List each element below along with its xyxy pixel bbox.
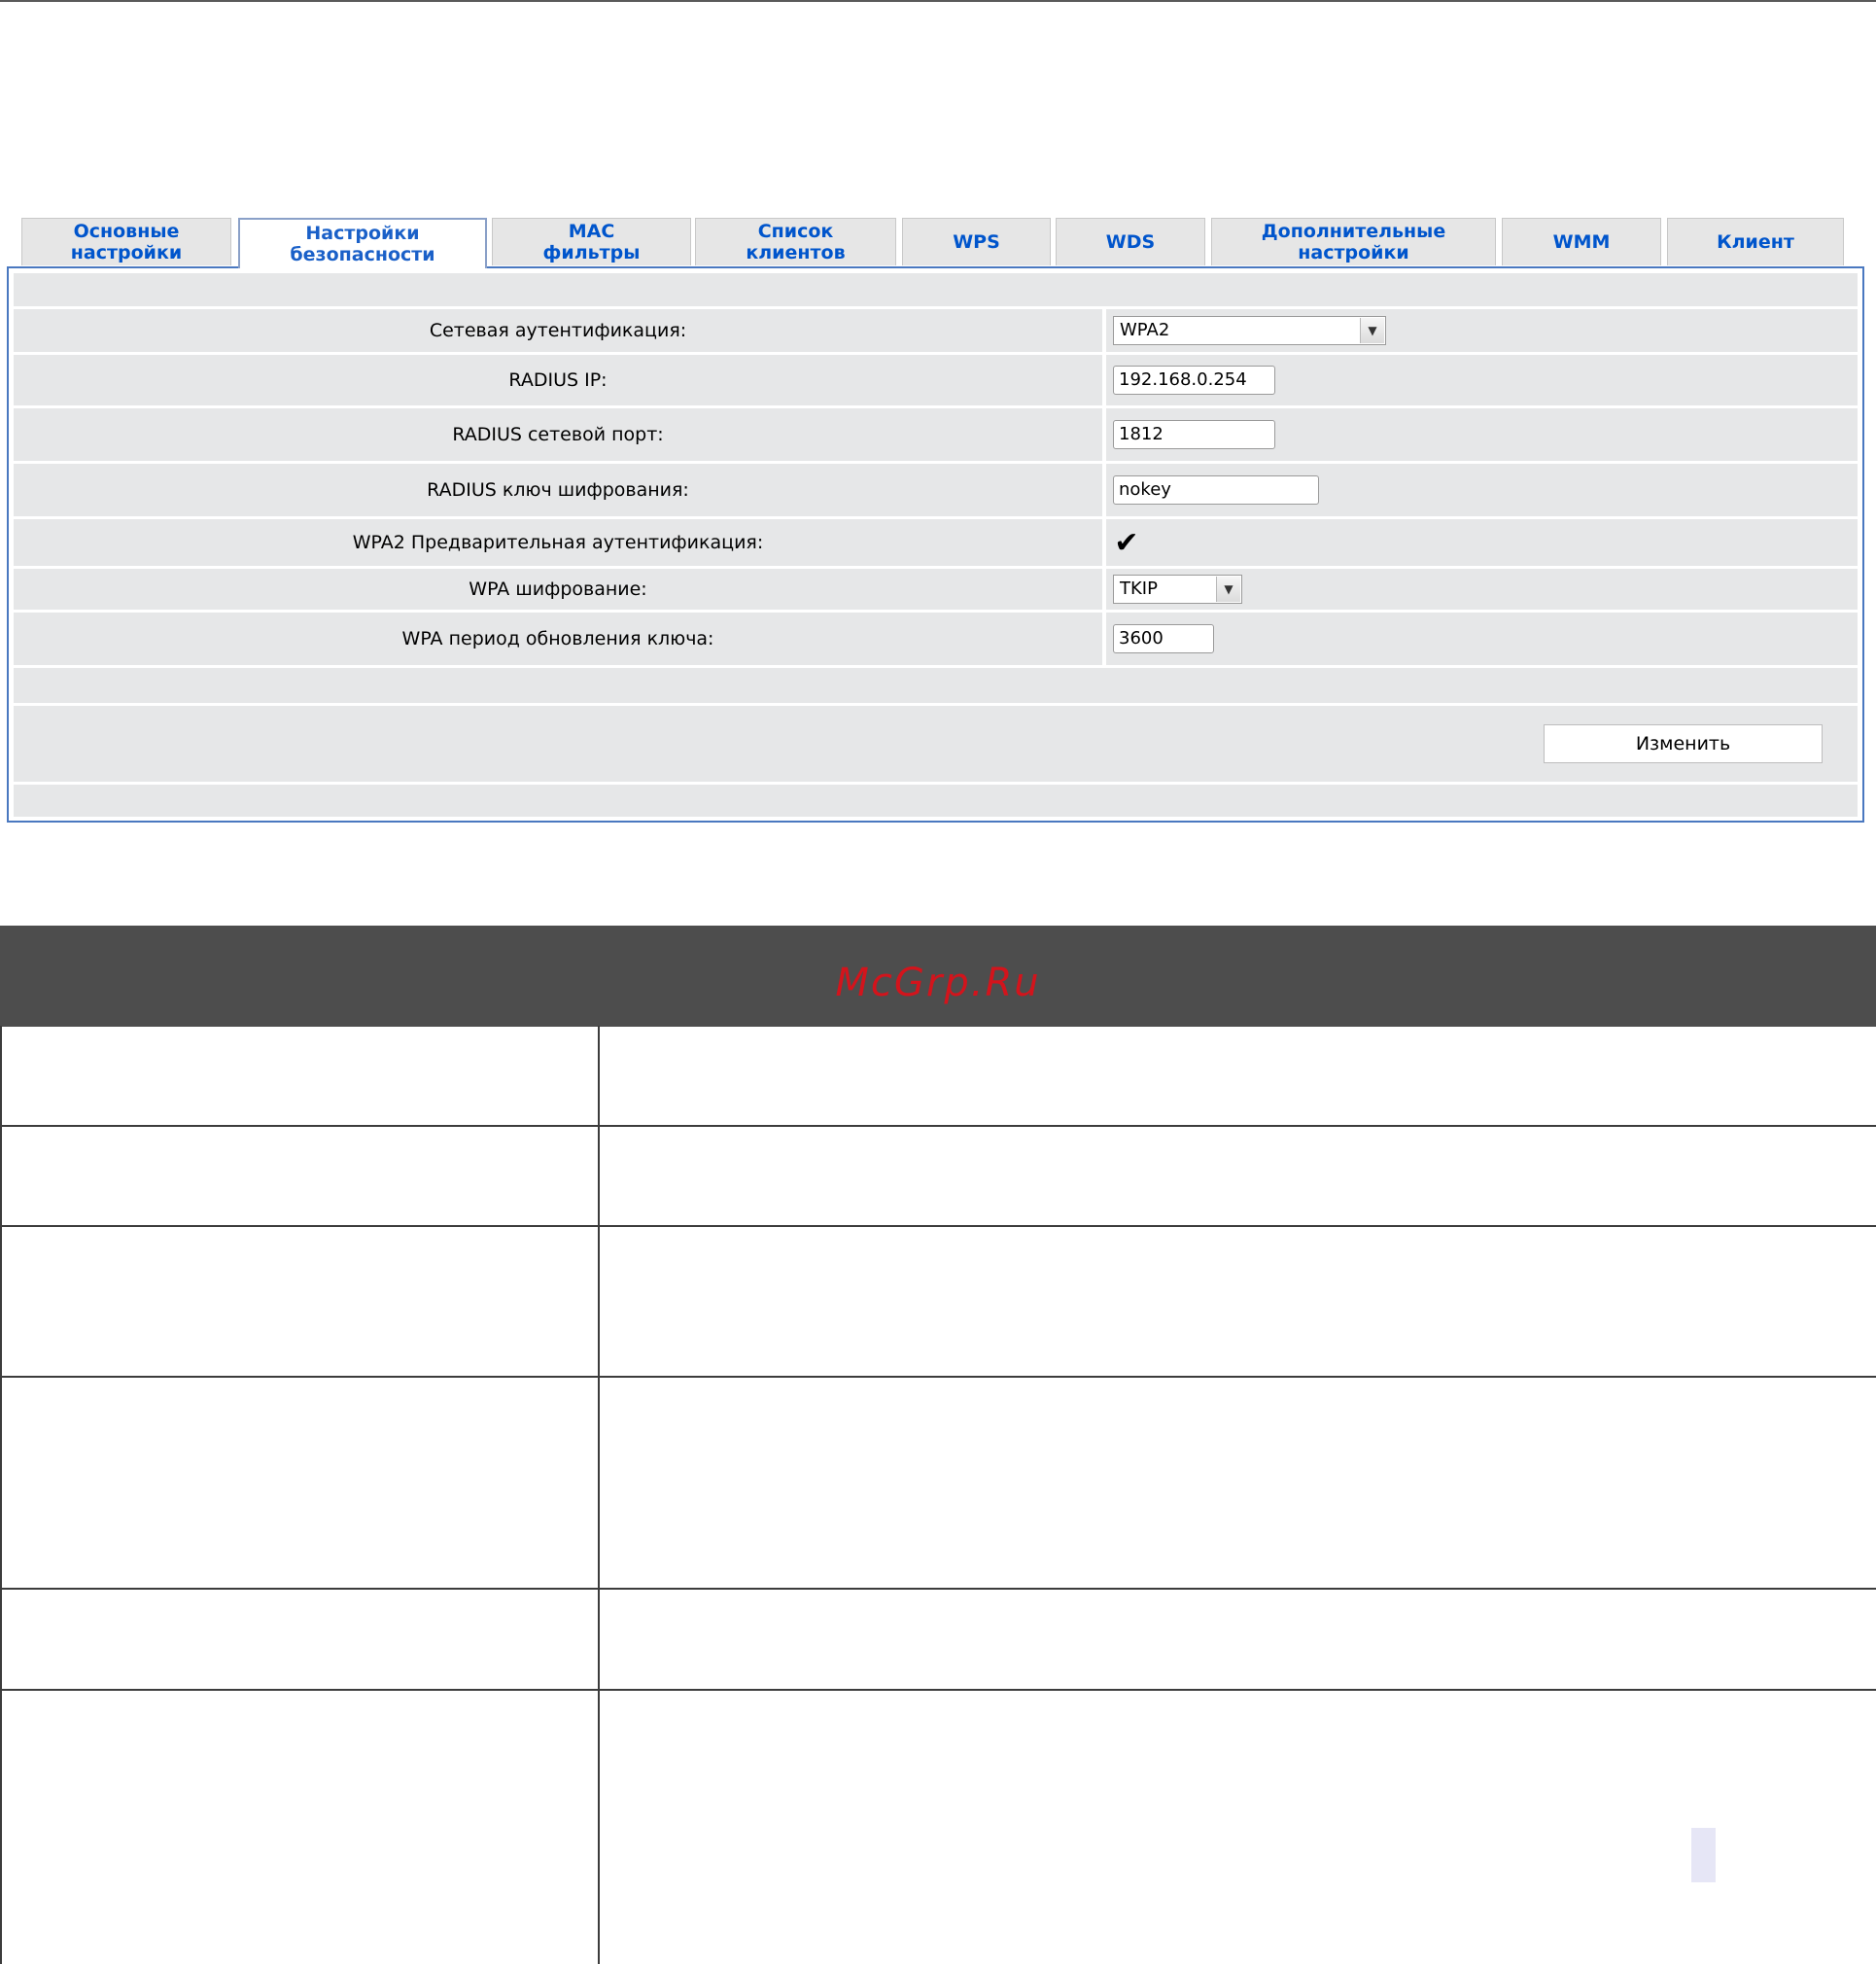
- wpa2-preauth-checkbox[interactable]: ✔: [1113, 526, 1140, 560]
- radius-key-input[interactable]: nokey: [1113, 475, 1319, 505]
- radius-key-label: RADIUS ключ шифрования:: [427, 479, 689, 501]
- table-row-divider: [0, 1588, 1876, 1590]
- column-divider: [598, 1026, 600, 1964]
- spacer-row-bottom: [14, 785, 1858, 817]
- row-wpa-rekey: WPA период обновления ключа: 3600: [14, 613, 1858, 665]
- tab-client-list[interactable]: Список клиентов: [695, 218, 896, 265]
- wpa-rekey-label: WPA период обновления ключа:: [401, 628, 714, 649]
- radius-ip-input[interactable]: 192.168.0.254: [1113, 366, 1275, 395]
- checkmark-icon: ✔: [1114, 525, 1139, 560]
- page-marker: [1691, 1828, 1716, 1882]
- network-auth-select[interactable]: WPA2 ▼: [1113, 316, 1386, 345]
- tab-wps[interactable]: WPS: [902, 218, 1051, 265]
- network-auth-label: Сетевая аутентификация:: [429, 320, 687, 341]
- network-auth-value: WPA2: [1120, 320, 1170, 340]
- row-radius-key: RADIUS ключ шифрования: nokey: [14, 464, 1858, 516]
- tab-advanced-settings[interactable]: Дополнительные настройки: [1211, 218, 1496, 265]
- watermark-text: McGrp.Ru: [835, 961, 1041, 1005]
- row-actions: Изменить: [14, 706, 1858, 782]
- spacer-row-top: [14, 273, 1858, 306]
- row-radius-port: RADIUS сетевой порт: 1812: [14, 408, 1858, 461]
- change-button[interactable]: Изменить: [1544, 724, 1823, 763]
- radius-ip-label: RADIUS IP:: [508, 369, 608, 391]
- wpa-encryption-select[interactable]: TKIP ▼: [1113, 575, 1242, 604]
- top-rule: [0, 0, 1876, 2]
- tab-wmm[interactable]: WMM: [1502, 218, 1661, 265]
- table-row-divider: [0, 1225, 1876, 1227]
- row-wpa2-preauth: WPA2 Предварительная аутентификация: ✔: [14, 519, 1858, 566]
- chevron-down-icon[interactable]: ▼: [1216, 577, 1240, 602]
- wpa-encryption-label: WPA шифрование:: [469, 579, 647, 600]
- row-network-auth: Сетевая аутентификация: WPA2 ▼: [14, 309, 1858, 352]
- wpa-encryption-value: TKIP: [1120, 579, 1158, 599]
- chevron-down-icon[interactable]: ▼: [1360, 318, 1384, 343]
- watermark-bar: McGrp.Ru: [0, 926, 1876, 1027]
- spacer-row-middle: [14, 668, 1858, 703]
- tab-security-settings[interactable]: Настройки безопасности: [238, 218, 487, 268]
- row-radius-ip: RADIUS IP: 192.168.0.254: [14, 355, 1858, 405]
- security-settings-panel: Сетевая аутентификация: WPA2 ▼ RADIUS IP…: [7, 266, 1864, 823]
- table-row-divider: [0, 1689, 1876, 1691]
- wpa2-preauth-label: WPA2 Предварительная аутентификация:: [352, 532, 764, 553]
- radius-port-label: RADIUS сетевой порт:: [452, 424, 664, 445]
- table-row-divider: [0, 1125, 1876, 1127]
- description-table: [0, 1026, 1876, 1964]
- tab-wds[interactable]: WDS: [1056, 218, 1205, 265]
- table-row-divider: [0, 1376, 1876, 1378]
- tab-client[interactable]: Клиент: [1667, 218, 1844, 265]
- tab-mac-filters[interactable]: MAC фильтры: [492, 218, 691, 265]
- row-wpa-encryption: WPA шифрование: TKIP ▼: [14, 569, 1858, 610]
- radius-port-input[interactable]: 1812: [1113, 420, 1275, 449]
- tab-basic-settings[interactable]: Основные настройки: [21, 218, 231, 265]
- wpa-rekey-input[interactable]: 3600: [1113, 624, 1214, 653]
